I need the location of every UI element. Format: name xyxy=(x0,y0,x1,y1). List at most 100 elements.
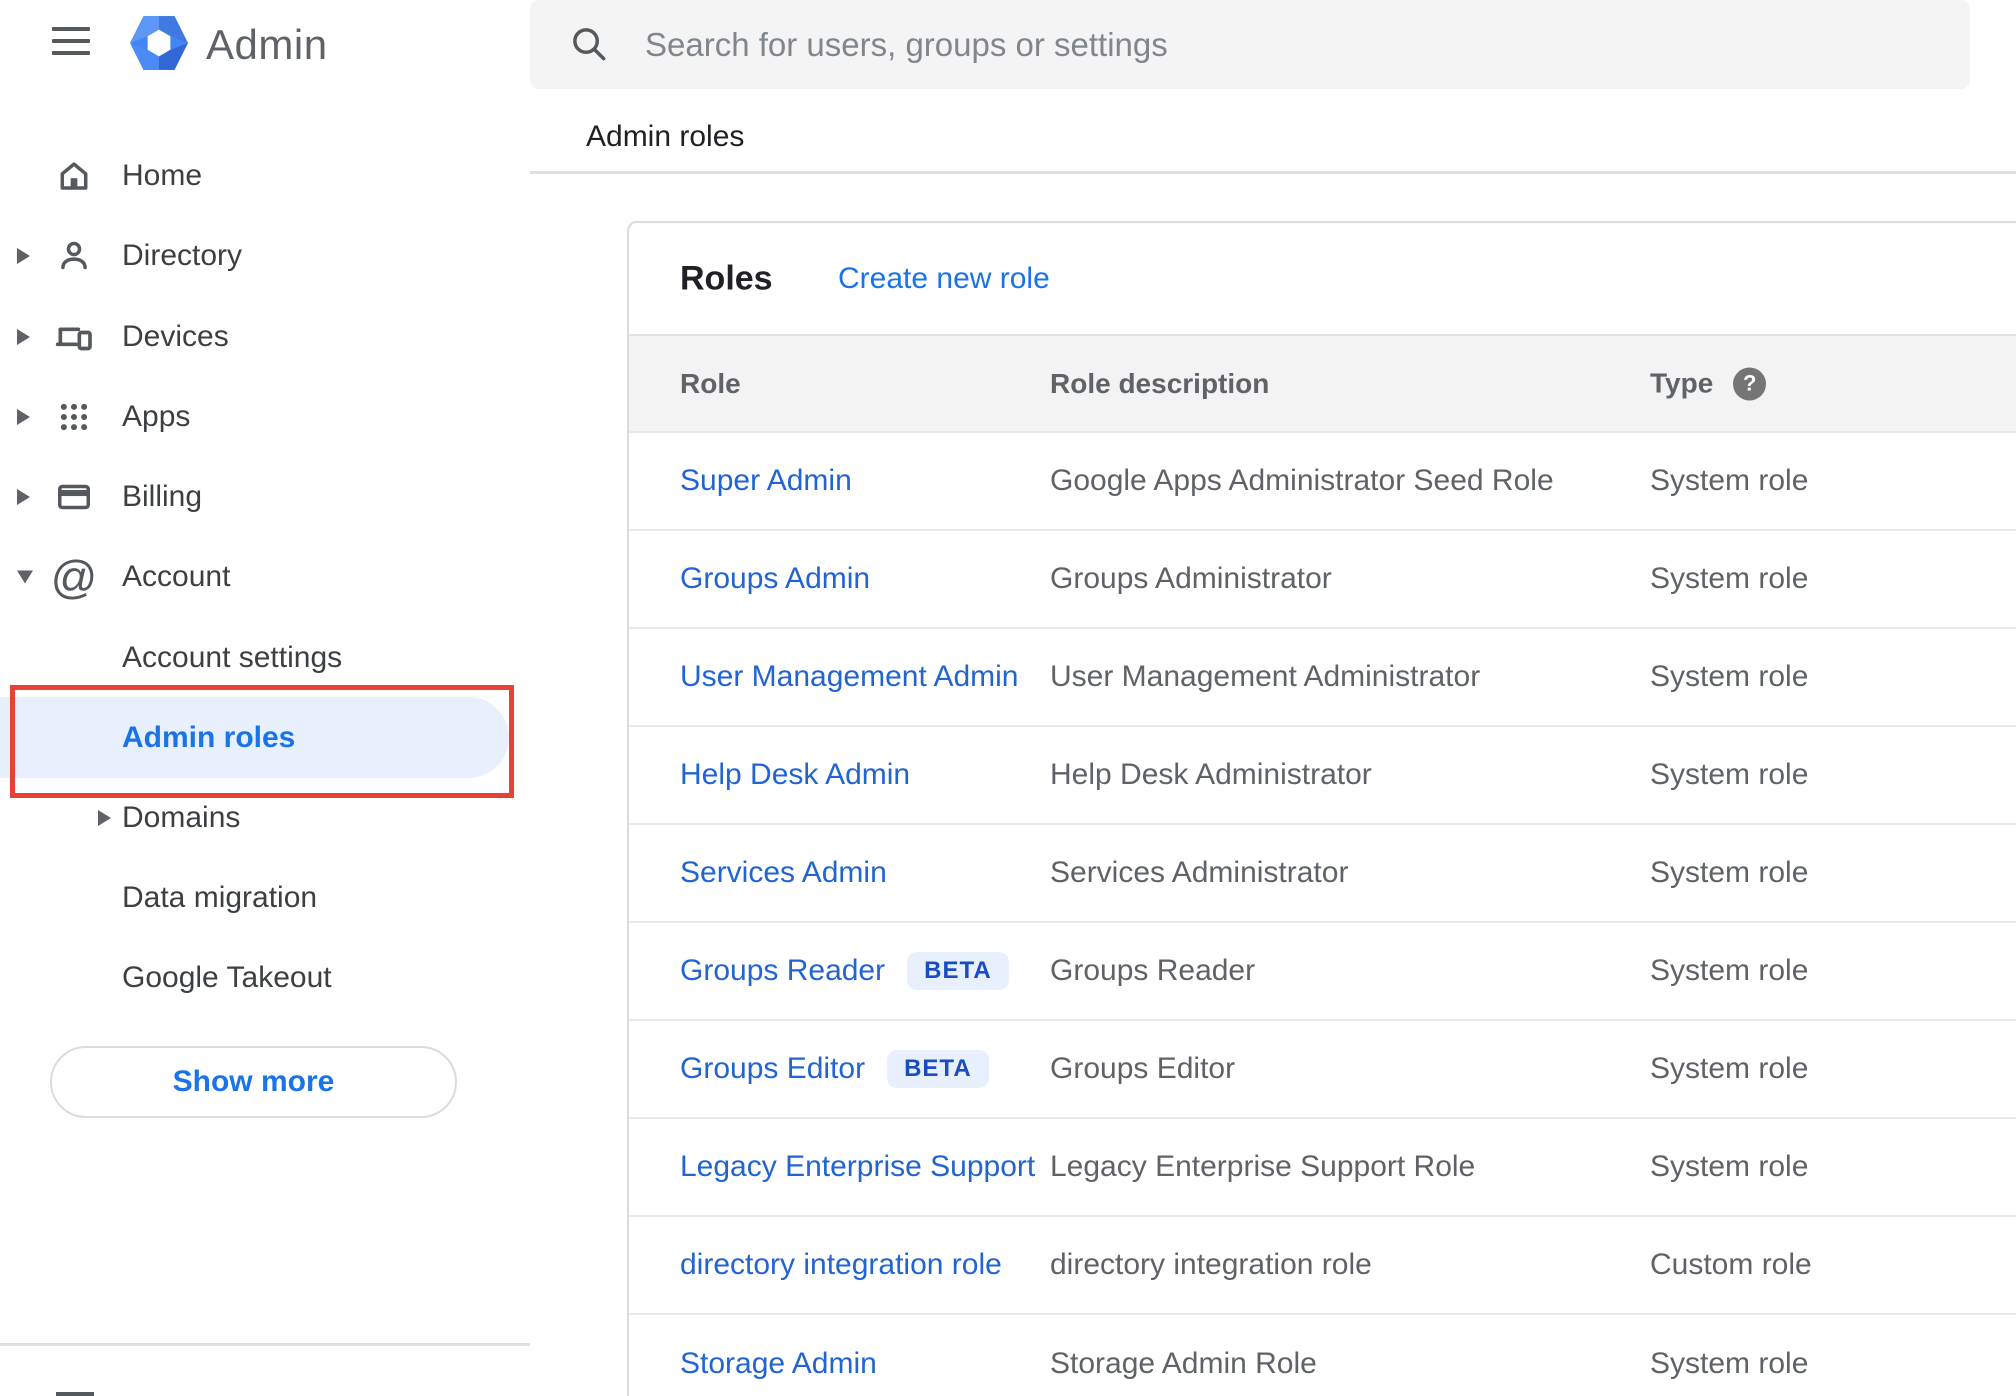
show-more-button[interactable]: Show more xyxy=(50,1046,457,1118)
at-sign-icon: @ xyxy=(50,551,98,603)
table-row: Services Admin Services Administrator Sy… xyxy=(629,825,2016,923)
content-divider xyxy=(530,171,2016,174)
sidebar-item-label: Data migration xyxy=(122,881,318,914)
role-link[interactable]: directory integration role xyxy=(680,1248,1002,1282)
sidebar-item-label: Account xyxy=(122,560,231,593)
role-type: System role xyxy=(1650,660,1809,693)
sidebar-item-label: Devices xyxy=(122,320,229,353)
chevron-right-icon xyxy=(98,810,111,826)
sidebar-item-label: Google Takeout xyxy=(122,961,332,994)
card-title: Roles xyxy=(680,259,773,297)
role-type: System role xyxy=(1650,758,1809,791)
table-row: User Management Admin User Management Ad… xyxy=(629,629,2016,727)
sidebar-item-account[interactable]: @ Account xyxy=(0,537,530,617)
role-description: directory integration role xyxy=(1050,1248,1372,1281)
chevron-right-icon xyxy=(17,329,30,345)
role-description: Storage Admin Role xyxy=(1050,1347,1317,1380)
chevron-right-icon xyxy=(17,489,30,505)
sidebar-item-label: Domains xyxy=(122,801,241,834)
admin-console-screen: Admin Home Directory Devices Apps Billin… xyxy=(0,0,2016,1396)
help-icon[interactable]: ? xyxy=(1733,367,1767,400)
search-input[interactable]: Search for users, groups or settings xyxy=(530,0,1970,89)
column-header-role: Role xyxy=(680,367,741,399)
devices-icon xyxy=(54,317,94,357)
sidebar-item-account-settings[interactable]: Account settings xyxy=(0,618,530,698)
credit-card-icon xyxy=(54,477,94,517)
sidebar-item-google-takeout[interactable]: Google Takeout xyxy=(0,938,530,1018)
role-link[interactable]: Storage Admin xyxy=(680,1347,877,1381)
search-icon xyxy=(567,22,611,71)
role-link[interactable]: Groups Admin xyxy=(680,562,870,596)
sidebar-item-admin-roles[interactable]: Admin roles xyxy=(0,697,530,778)
admin-logo-icon xyxy=(128,14,190,77)
table-row: Super Admin Google Apps Administrator Se… xyxy=(629,433,2016,531)
beta-badge: BETA xyxy=(907,952,1009,990)
sidebar-item-label: Home xyxy=(122,159,203,192)
sidebar-item-home[interactable]: Home xyxy=(0,136,530,216)
sidebar-item-domains[interactable]: Domains xyxy=(0,778,530,858)
sidebar-item-label: Apps xyxy=(122,400,191,433)
table-row: Groups Editor BETA Groups Editor System … xyxy=(629,1021,2016,1119)
sidebar-item-label: Billing xyxy=(122,480,203,513)
roles-card-header: Roles Create new role xyxy=(629,223,2016,334)
table-row: Groups Reader BETA Groups Reader System … xyxy=(629,923,2016,1021)
sidebar-item-directory[interactable]: Directory xyxy=(0,216,530,296)
show-more-label: Show more xyxy=(172,1065,335,1098)
role-link[interactable]: Services Admin xyxy=(680,856,887,890)
chevron-right-icon xyxy=(17,248,30,264)
role-type: System role xyxy=(1650,464,1809,497)
role-link[interactable]: Legacy Enterprise Support xyxy=(680,1150,1035,1184)
role-link[interactable]: Super Admin xyxy=(680,464,852,498)
person-icon xyxy=(54,236,94,276)
table-row: Legacy Enterprise Support Legacy Enterpr… xyxy=(629,1119,2016,1217)
partial-clipped-icon xyxy=(56,1392,94,1396)
role-type: System role xyxy=(1650,562,1809,595)
role-description: Groups Editor xyxy=(1050,1052,1236,1085)
role-description: User Management Administrator xyxy=(1050,660,1481,693)
apps-grid-icon xyxy=(54,397,94,437)
role-link[interactable]: Groups Editor xyxy=(680,1052,865,1086)
role-type: System role xyxy=(1650,954,1809,987)
search-placeholder: Search for users, groups or settings xyxy=(645,25,1168,63)
sidebar-item-devices[interactable]: Devices xyxy=(0,297,530,377)
table-row: Groups Admin Groups Administrator System… xyxy=(629,531,2016,629)
role-link[interactable]: Groups Reader xyxy=(680,954,885,988)
role-description: Services Administrator xyxy=(1050,856,1349,889)
app-title: Admin xyxy=(206,21,328,68)
breadcrumb: Admin roles xyxy=(586,120,745,153)
beta-badge: BETA xyxy=(887,1050,989,1088)
table-row: directory integration role directory int… xyxy=(629,1217,2016,1315)
sidebar-item-label: Admin roles xyxy=(122,720,296,754)
role-type: Custom role xyxy=(1650,1248,1812,1281)
sidebar-item-billing[interactable]: Billing xyxy=(0,457,530,537)
role-description: Google Apps Administrator Seed Role xyxy=(1050,464,1554,497)
role-description: Legacy Enterprise Support Role xyxy=(1050,1150,1476,1183)
table-row: Storage Admin Storage Admin Role System … xyxy=(629,1315,2016,1396)
column-header-type: Type ? xyxy=(1650,367,1767,400)
create-new-role-link[interactable]: Create new role xyxy=(838,262,1050,296)
sidebar-item-apps[interactable]: Apps xyxy=(0,377,530,457)
chevron-down-icon xyxy=(17,570,33,584)
role-description: Groups Administrator xyxy=(1050,562,1332,595)
sidebar-item-label: Account settings xyxy=(122,641,343,674)
admin-logo[interactable]: Admin xyxy=(128,14,328,76)
home-icon xyxy=(54,156,94,196)
sidebar-item-data-migration[interactable]: Data migration xyxy=(0,858,530,938)
role-link[interactable]: Help Desk Admin xyxy=(680,758,910,792)
roles-card: Roles Create new role Role Role descript… xyxy=(627,221,2016,1396)
sidebar-item-label: Directory xyxy=(122,239,243,272)
chevron-right-icon xyxy=(17,409,30,425)
role-description: Help Desk Administrator xyxy=(1050,758,1372,791)
role-link[interactable]: User Management Admin xyxy=(680,660,1019,694)
role-type: System role xyxy=(1650,1347,1809,1380)
role-type: System role xyxy=(1650,856,1809,889)
sidebar: Admin Home Directory Devices Apps Billin… xyxy=(0,0,530,1396)
role-description: Groups Reader xyxy=(1050,954,1256,987)
table-row: Help Desk Admin Help Desk Administrator … xyxy=(629,727,2016,825)
sidebar-bottom-divider xyxy=(0,1343,530,1346)
column-header-role-description: Role description xyxy=(1050,367,1270,399)
hamburger-menu-icon[interactable] xyxy=(52,27,90,55)
role-type: System role xyxy=(1650,1052,1809,1085)
table-header-row: Role Role description Type ? xyxy=(629,334,2016,433)
role-type: System role xyxy=(1650,1150,1809,1183)
